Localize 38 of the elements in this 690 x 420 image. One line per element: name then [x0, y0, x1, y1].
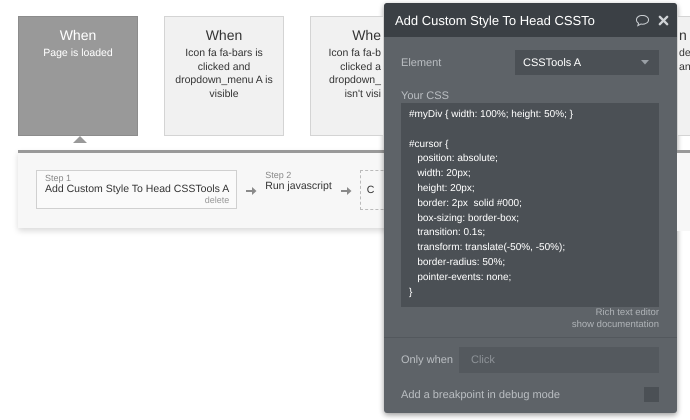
step-label: Step 2: [265, 170, 292, 180]
event-condition: Icon fa fa-bars is: [184, 47, 264, 60]
event-condition: visible: [208, 88, 240, 101]
caret-icon: [641, 60, 649, 65]
event-title: When: [58, 27, 98, 43]
event-condition: dropdown_menu A is: [174, 74, 274, 88]
css-editor[interactable]: #myDiv { width: 100%; height: 50%; } #cursor { position: absolute; width: 20px; height: 20px; border: 2px solid #000; box-sizing: border-box; transition: 0.1s; transform: translate(-50%, -50%); border-radius: 50%; pointer-events: none; }: [401, 103, 659, 307]
css-label: Your CSS: [401, 90, 450, 102]
event-condition: an: [679, 60, 690, 74]
event-condition: Page is loaded: [42, 47, 114, 60]
only-when-label: Only when: [401, 354, 453, 366]
breakpoint-label: Add a breakpoint in debug mode: [401, 388, 560, 400]
event-condition: Icon fa fa-b: [327, 47, 381, 60]
event-condition: isn't visi: [344, 88, 381, 101]
step-card[interactable]: Step 2 Run javascript: [265, 170, 332, 192]
step-label: Step 1: [45, 173, 72, 183]
event-card[interactable]: Whe Icon fa fa-b clicked a dropdown_ isn't visi: [310, 16, 383, 136]
event-card[interactable]: When Icon fa fa-bars is clicked and dropdown_menu A is visible: [164, 16, 284, 136]
event-condition: de: [679, 47, 690, 60]
pointer-icon: [73, 136, 87, 143]
event-condition: clicked a: [339, 60, 381, 74]
event-title: n: [679, 27, 688, 43]
condition-input[interactable]: Click: [459, 347, 659, 373]
event-title: Whe: [351, 27, 381, 43]
element-dropdown[interactable]: CSSTools A: [515, 50, 659, 75]
element-label: Element: [401, 56, 442, 68]
step-action: Run javascript: [265, 180, 332, 192]
step-action: Add Custom Style To Head CSSTools A: [45, 183, 230, 195]
comment-icon[interactable]: [635, 14, 650, 26]
arrow-icon: [340, 185, 352, 197]
step-card[interactable]: Step 1 Add Custom Style To Head CSSTools A delete: [36, 170, 238, 209]
event-card[interactable]: n de an: [677, 16, 690, 136]
close-icon[interactable]: [658, 14, 669, 26]
arrow-icon: [245, 185, 258, 197]
panel-title: Add Custom Style To Head CSSTo: [395, 12, 596, 28]
event-title: When: [204, 27, 244, 43]
event-condition: dropdown_: [328, 74, 381, 88]
event-condition: clicked and: [196, 60, 252, 74]
